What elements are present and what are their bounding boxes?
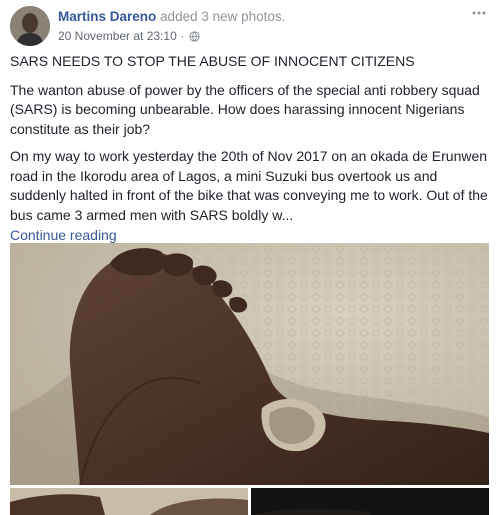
foot-photo (10, 243, 489, 485)
post-photo-second[interactable] (10, 488, 248, 515)
post-header: Martins Dareno added 3 new photos. 20 No… (10, 6, 489, 46)
facebook-post: Martins Dareno added 3 new photos. 20 No… (0, 0, 499, 515)
post-title: SARS NEEDS TO STOP THE ABUSE OF INNOCENT… (10, 53, 415, 69)
post-meta: 20 November at 23:10 · (58, 29, 201, 45)
post-timestamp[interactable]: 20 November at 23:10 (58, 29, 177, 43)
post-photo-main[interactable] (10, 243, 489, 485)
more-options-icon[interactable] (469, 6, 489, 20)
avatar-image (10, 6, 50, 46)
globe-icon[interactable] (189, 31, 201, 45)
post-text: SARS NEEDS TO STOP THE ABUSE OF INNOCENT… (10, 52, 492, 246)
meta-separator: · (180, 29, 185, 43)
avatar[interactable] (10, 6, 50, 46)
third-photo-preview (251, 488, 489, 515)
author-line: Martins Dareno added 3 new photos. (58, 9, 285, 24)
post-action: added 3 new photos. (160, 9, 286, 24)
post-photo-third[interactable] (251, 488, 489, 515)
post-paragraph-1: The wanton abuse of power by the officer… (10, 81, 480, 137)
second-photo-preview (10, 488, 248, 515)
post-paragraph-2: On my way to work yesterday the 20th of … (10, 148, 488, 223)
author-name[interactable]: Martins Dareno (58, 9, 156, 24)
